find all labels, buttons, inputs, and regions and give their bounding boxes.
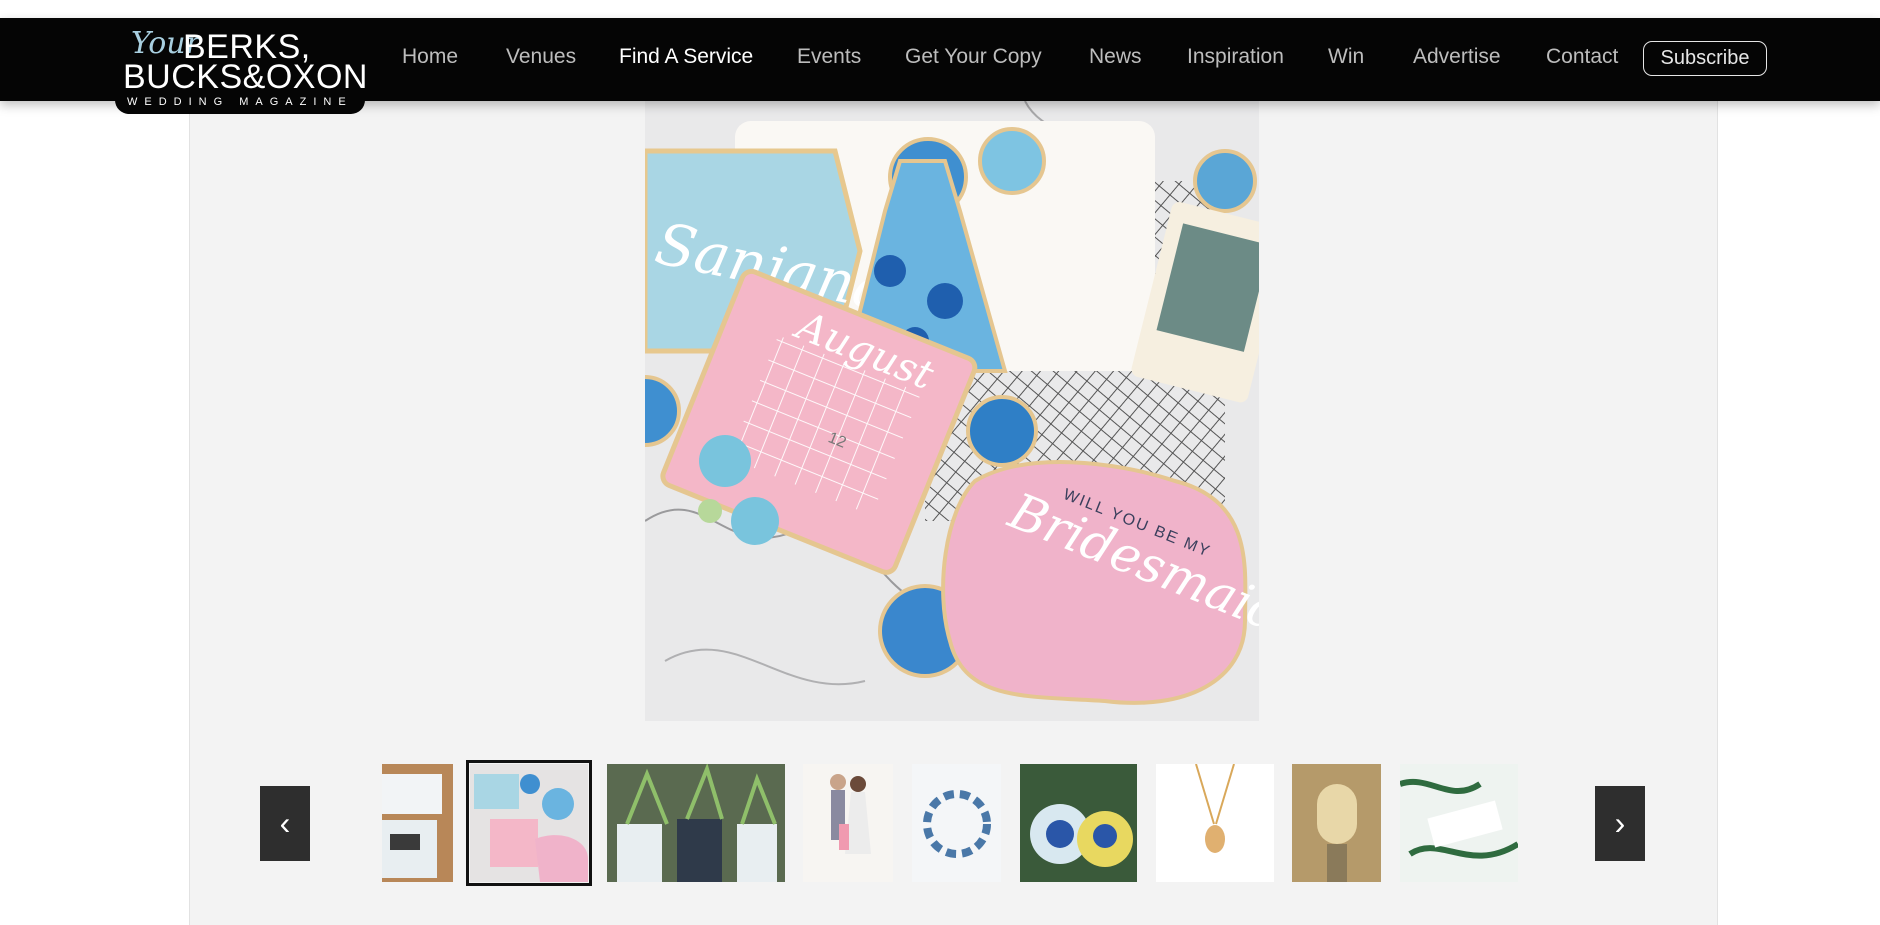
gallery-thumbnail[interactable] bbox=[1292, 764, 1381, 882]
gallery-thumbnail-selected[interactable] bbox=[466, 760, 592, 886]
nav-item-inspiration[interactable]: Inspiration bbox=[1187, 45, 1284, 69]
nav-item-events[interactable]: Events bbox=[797, 45, 861, 69]
carousel-next-button[interactable]: › bbox=[1595, 786, 1645, 861]
nav-item-advertise[interactable]: Advertise bbox=[1413, 45, 1501, 69]
gallery-main-image: Sanjana August 12 WILL YOU BE MY Bridesm… bbox=[645, 101, 1259, 721]
gallery-thumbnail[interactable] bbox=[912, 764, 1001, 882]
nav-item-find-a-service[interactable]: Find A Service bbox=[619, 45, 753, 69]
gallery-thumbnail[interactable] bbox=[382, 764, 453, 882]
carousel-prev-button[interactable]: ‹ bbox=[260, 786, 310, 861]
nav-item-news[interactable]: News bbox=[1089, 45, 1142, 69]
gallery-thumbnail[interactable] bbox=[1020, 764, 1137, 882]
gallery-thumbnail[interactable] bbox=[607, 764, 785, 882]
subscribe-button[interactable]: Subscribe bbox=[1643, 41, 1767, 76]
top-strip bbox=[0, 0, 1880, 18]
nav-item-venues[interactable]: Venues bbox=[506, 45, 576, 69]
nav-item-contact[interactable]: Contact bbox=[1546, 45, 1618, 69]
nav-item-get-your-copy[interactable]: Get Your Copy bbox=[905, 45, 1042, 69]
main-nav: Home Venues Find A Service Events Get Yo… bbox=[0, 18, 1880, 101]
nav-item-win[interactable]: Win bbox=[1328, 45, 1364, 69]
gallery-thumbnail[interactable] bbox=[1156, 764, 1274, 882]
nav-item-home[interactable]: Home bbox=[402, 45, 458, 69]
gallery-thumbnail[interactable] bbox=[803, 764, 893, 882]
gallery-thumbnail[interactable] bbox=[1400, 764, 1518, 882]
